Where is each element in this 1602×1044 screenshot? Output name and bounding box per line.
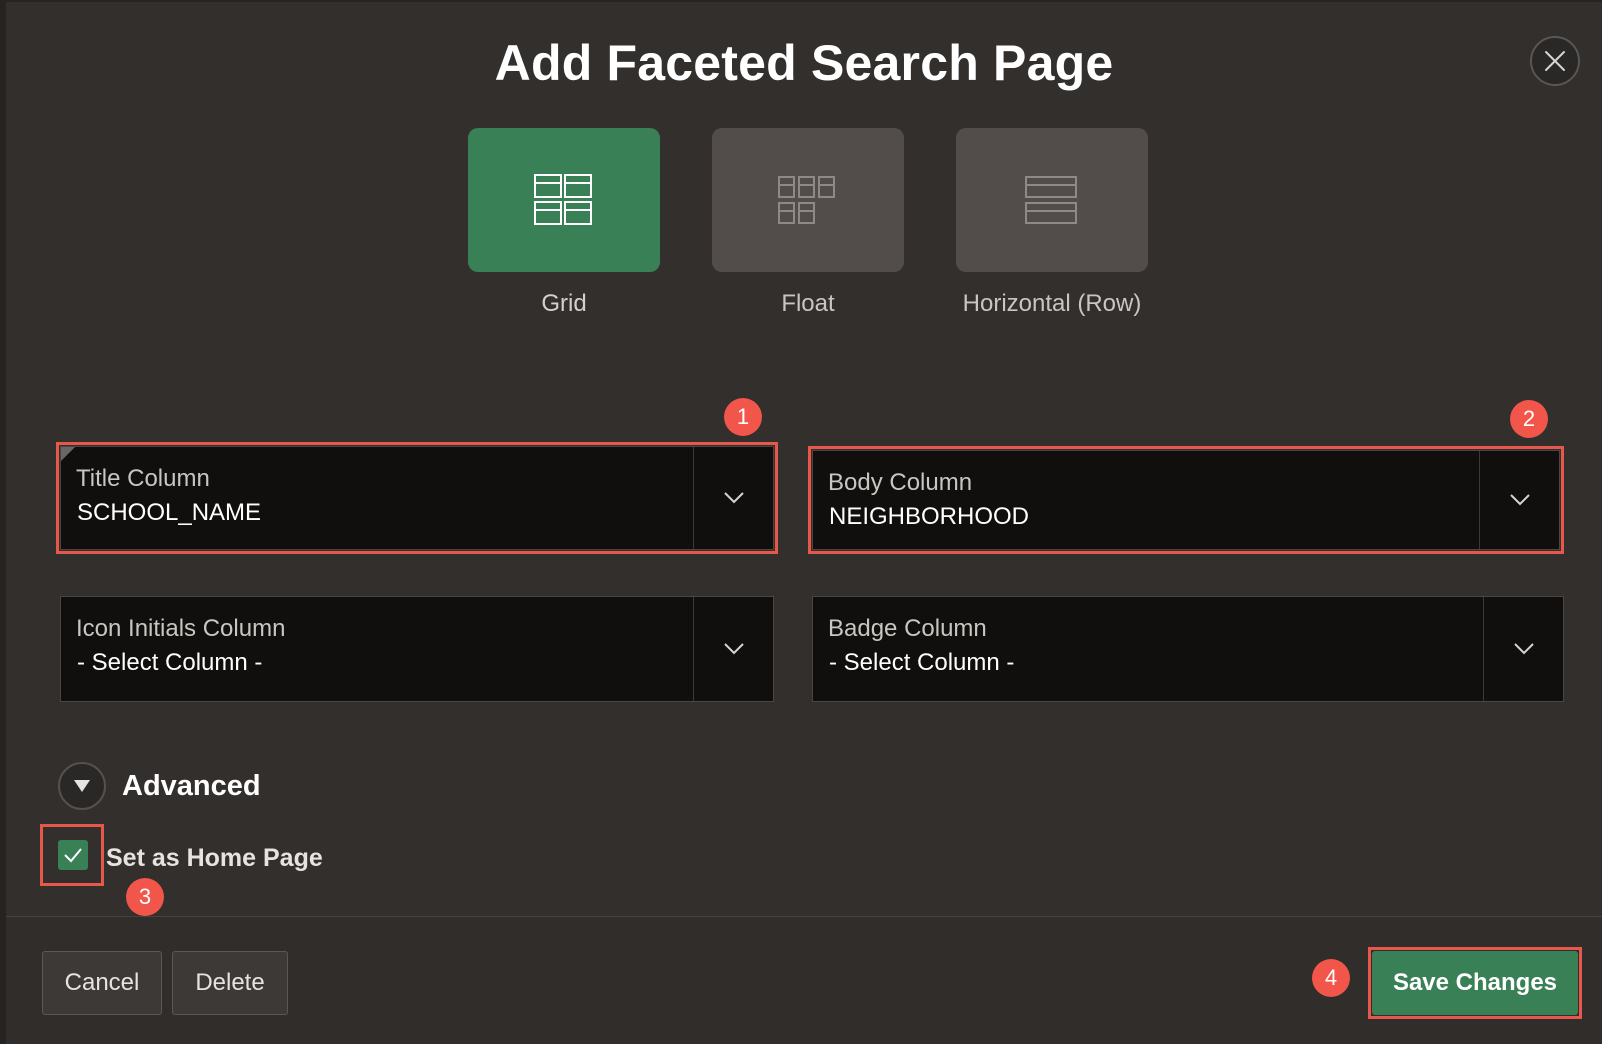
- body-column-value: NEIGHBORHOOD: [829, 503, 1030, 530]
- badge-column-label: Badge Column: [828, 615, 987, 642]
- callout-badge-2: 2: [1510, 400, 1548, 438]
- icon-initials-column-dropdown-toggle[interactable]: [693, 597, 773, 701]
- body-column-dropdown-toggle[interactable]: [1479, 451, 1559, 549]
- save-changes-button[interactable]: Save Changes: [1372, 951, 1578, 1015]
- add-faceted-search-dialog: Add Faceted Search Page Grid Float Horiz…: [0, 0, 1602, 1044]
- title-column-value: SCHOOL_NAME: [77, 499, 262, 526]
- layout-tile-float[interactable]: [712, 128, 904, 272]
- layout-option-horizontal-row[interactable]: Horizontal (Row): [956, 128, 1148, 318]
- badge-column-value: - Select Column -: [829, 649, 1015, 676]
- body-column-select[interactable]: Body Column NEIGHBORHOOD: [812, 450, 1560, 550]
- cancel-button[interactable]: Cancel: [42, 951, 162, 1015]
- triangle-down-icon: [74, 780, 90, 792]
- chevron-down-icon: [1509, 494, 1530, 506]
- layout-label-grid: Grid: [541, 290, 587, 317]
- float-layout-icon: [778, 176, 835, 224]
- icon-initials-column-label: Icon Initials Column: [76, 615, 286, 642]
- title-column-dropdown-toggle[interactable]: [693, 447, 773, 549]
- layout-label-horizontal-row: Horizontal (Row): [962, 290, 1142, 317]
- callout-badge-4: 4: [1312, 959, 1350, 997]
- icon-initials-column-select[interactable]: Icon Initials Column - Select Column -: [60, 596, 774, 702]
- close-icon: [1545, 51, 1565, 71]
- layout-label-float: Float: [781, 290, 835, 317]
- grid-layout-icon: [534, 174, 592, 225]
- close-button[interactable]: [1530, 36, 1580, 86]
- layout-tile-grid[interactable]: [468, 128, 660, 272]
- layout-option-grid[interactable]: Grid: [468, 128, 660, 318]
- layout-option-float[interactable]: Float: [712, 128, 904, 318]
- dialog-footer: Cancel Delete 4 Save Changes: [6, 916, 1602, 1044]
- badge-column-dropdown-toggle[interactable]: [1483, 597, 1563, 701]
- chevron-down-icon: [1513, 643, 1534, 655]
- title-column-select[interactable]: Title Column SCHOOL_NAME: [60, 446, 774, 550]
- horizontal-row-layout-icon: [1025, 176, 1077, 224]
- advanced-collapse-toggle[interactable]: [58, 762, 106, 810]
- title-column-label: Title Column: [76, 465, 210, 492]
- callout-badge-3: 3: [126, 878, 164, 916]
- set-as-home-page-label[interactable]: Set as Home Page: [106, 844, 323, 873]
- set-as-home-page-checkbox[interactable]: [58, 840, 88, 870]
- layout-tile-horizontal-row[interactable]: [956, 128, 1148, 272]
- chevron-down-icon: [723, 492, 744, 504]
- chevron-down-icon: [723, 643, 744, 655]
- dialog-title: Add Faceted Search Page: [494, 35, 1114, 91]
- required-corner-marker: [61, 447, 75, 461]
- icon-initials-column-value: - Select Column -: [77, 649, 263, 676]
- body-column-label: Body Column: [828, 469, 973, 496]
- advanced-section-label: Advanced: [122, 770, 261, 802]
- delete-button[interactable]: Delete: [172, 951, 288, 1015]
- callout-badge-1: 1: [724, 398, 762, 436]
- badge-column-select[interactable]: Badge Column - Select Column -: [812, 596, 1564, 702]
- checkmark-icon: [64, 848, 82, 863]
